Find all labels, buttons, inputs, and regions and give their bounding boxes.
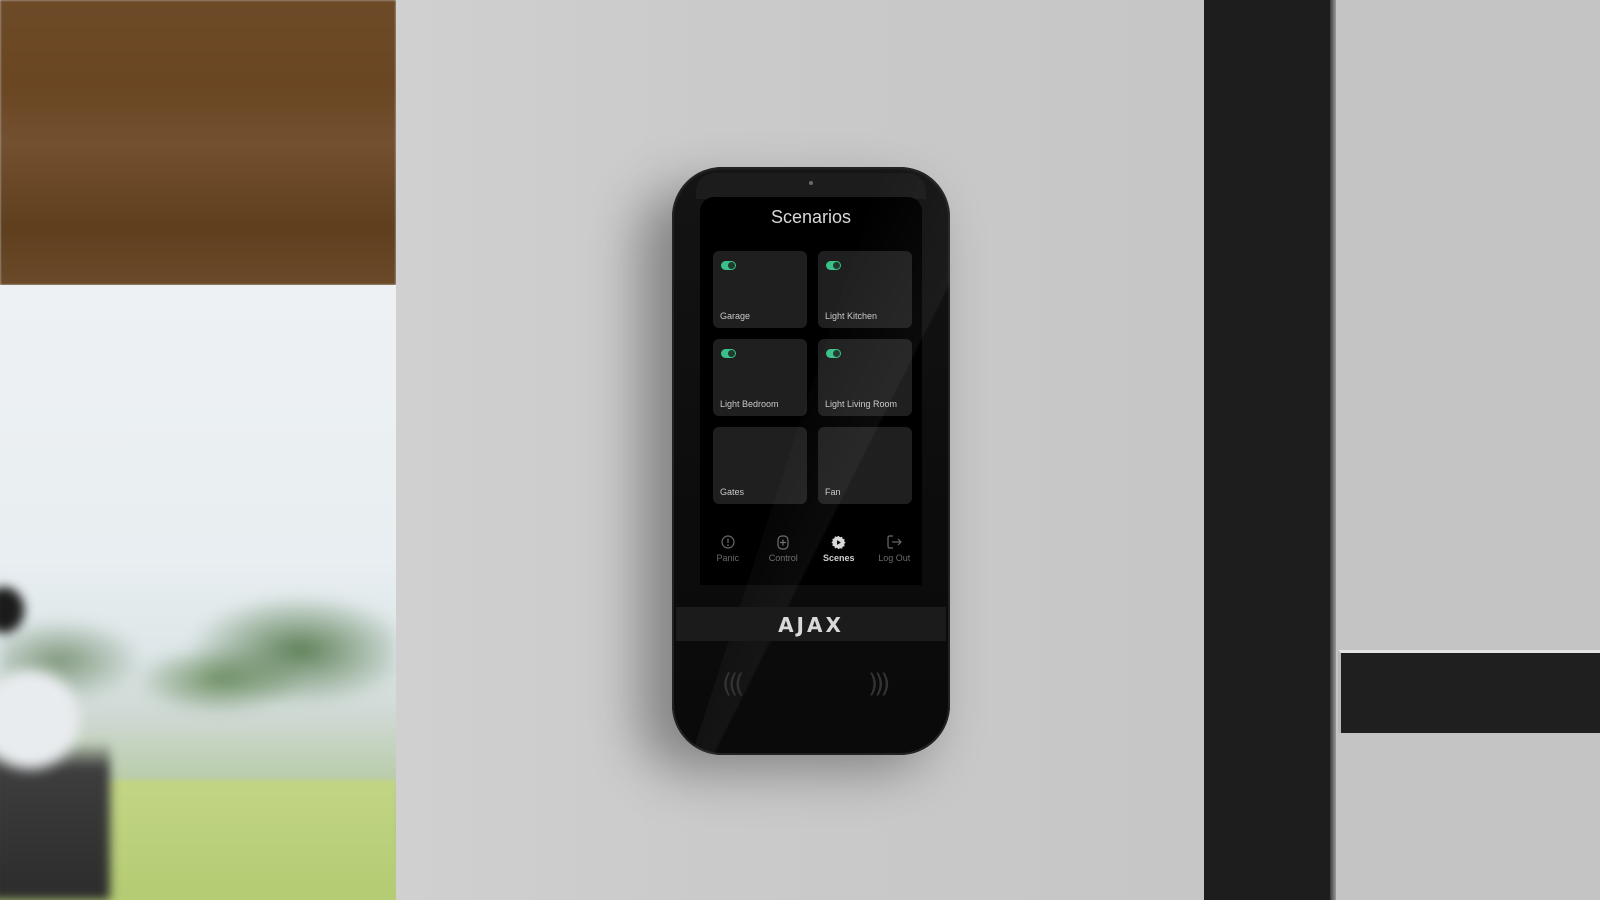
toggle-switch[interactable]	[721, 349, 736, 358]
tab-label: Log Out	[878, 553, 911, 563]
scene-label: Gates	[720, 487, 745, 497]
brand-strip: AJAX	[676, 607, 946, 641]
device-top-bezel	[696, 173, 926, 199]
scene-grid: Garage Light Kitchen Light Bedroom Light…	[713, 251, 912, 504]
scene-tile-fan[interactable]: Fan	[818, 427, 912, 504]
scene-tile-light-kitchen[interactable]: Light Kitchen	[818, 251, 912, 328]
scene-label: Light Living Room	[825, 399, 898, 409]
touch-screen: Scenarios Garage Light Kitchen Light Bed…	[700, 197, 922, 585]
screen-title: Scenarios	[770, 207, 852, 227]
tab-control[interactable]: Control	[756, 533, 810, 573]
blurred-person	[0, 570, 110, 900]
wood-ceiling	[0, 0, 396, 285]
nfc-waves-right-icon: )))	[868, 669, 891, 699]
door-panel	[1336, 0, 1600, 900]
scene-tile-light-living-room[interactable]: Light Living Room	[818, 339, 912, 416]
tab-label: Control	[768, 553, 798, 563]
tab-label: Scenes	[822, 553, 855, 563]
nfc-waves-left-icon: (((	[722, 669, 745, 699]
scene-tile-gates[interactable]: Gates	[713, 427, 807, 504]
scene-tile-garage[interactable]: Garage	[713, 251, 807, 328]
window-view	[0, 0, 396, 900]
tab-panic[interactable]: Panic	[701, 533, 755, 573]
toggle-switch[interactable]	[826, 261, 841, 270]
tab-scenes[interactable]: Scenes	[812, 533, 866, 573]
door-frame	[1204, 0, 1334, 900]
keypad-device: Scenarios Garage Light Kitchen Light Bed…	[672, 167, 950, 755]
logout-icon	[887, 533, 902, 551]
tab-label: Panic	[716, 553, 739, 563]
toggle-switch[interactable]	[721, 261, 736, 270]
scenes-gear-icon	[831, 533, 846, 551]
tab-log-out[interactable]: Log Out	[867, 533, 921, 573]
control-icon	[777, 533, 789, 551]
sensor-dot	[809, 181, 813, 185]
scene-label: Fan	[825, 487, 841, 497]
bottom-tab-bar: Panic Control Scenes Log Out	[700, 533, 922, 573]
door-handle	[1338, 650, 1600, 733]
alert-circle-icon	[721, 533, 735, 551]
scene-label: Garage	[720, 311, 751, 321]
scene-label: Light Bedroom	[720, 399, 779, 409]
scene-tile-light-bedroom[interactable]: Light Bedroom	[713, 339, 807, 416]
ajax-logo: AJAX	[778, 613, 844, 637]
toggle-switch[interactable]	[826, 349, 841, 358]
scene-label: Light Kitchen	[825, 311, 878, 321]
